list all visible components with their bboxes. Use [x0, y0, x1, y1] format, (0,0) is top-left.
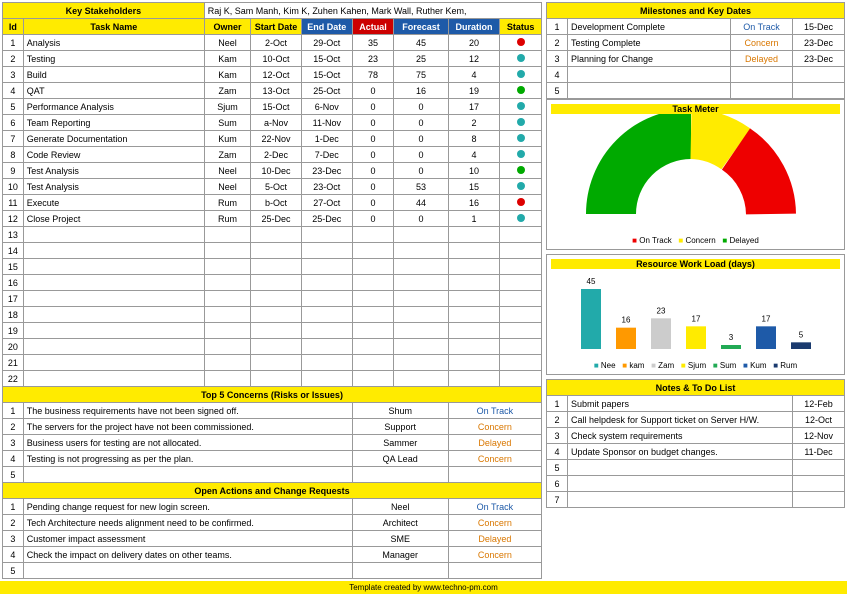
task-row[interactable]: 17: [3, 291, 542, 307]
col-start: Start Date: [251, 19, 302, 35]
svg-text:45: 45: [587, 277, 596, 286]
workload-chart: 45 16 23 17 3 17 5: [551, 269, 831, 359]
task-row[interactable]: 15: [3, 259, 542, 275]
status-dot: [517, 118, 525, 126]
task-row[interactable]: 6Team ReportingSuma-Nov11-Nov002: [3, 115, 542, 131]
task-row[interactable]: 1AnalysisNeel2-Oct29-Oct354520: [3, 35, 542, 51]
task-row[interactable]: 11ExecuteRumb-Oct27-Oct04416: [3, 195, 542, 211]
status-dot: [517, 182, 525, 190]
status-dot: [517, 102, 525, 110]
concern-row[interactable]: 4Testing is not progressing as per the p…: [3, 451, 542, 467]
concern-row[interactable]: 3Business users for testing are not allo…: [3, 435, 542, 451]
svg-text:23: 23: [657, 306, 666, 315]
note-row[interactable]: 3Check system requirements12-Nov: [547, 428, 845, 444]
actions-title: Open Actions and Change Requests: [3, 483, 542, 499]
col-end: End Date: [301, 19, 352, 35]
action-row[interactable]: 3Customer impact assessmentSMEDelayed: [3, 531, 542, 547]
task-row[interactable]: 20: [3, 339, 542, 355]
gauge-chart: [551, 114, 831, 234]
milestone-row[interactable]: 1Development CompleteOn Track15-Dec: [547, 19, 845, 35]
concern-row[interactable]: 2The servers for the project have not be…: [3, 419, 542, 435]
col-forecast: Forecast: [394, 19, 448, 35]
task-meter-title: Task Meter: [551, 104, 840, 114]
status-dot: [517, 70, 525, 78]
col-actual: Actual: [352, 19, 394, 35]
col-duration: Duration: [448, 19, 500, 35]
note-row[interactable]: 5: [547, 460, 845, 476]
milestone-row[interactable]: 4: [547, 67, 845, 83]
concerns-title: Top 5 Concerns (Risks or Issues): [3, 387, 542, 403]
task-row[interactable]: 19: [3, 323, 542, 339]
status-dot: [517, 150, 525, 158]
task-row[interactable]: 16: [3, 275, 542, 291]
milestone-row[interactable]: 2Testing CompleteConcern23-Dec: [547, 35, 845, 51]
task-row[interactable]: 7Generate DocumentationKum22-Nov1-Dec008: [3, 131, 542, 147]
task-row[interactable]: 10Test AnalysisNeel5-Oct23-Oct05315: [3, 179, 542, 195]
task-row[interactable]: 8Code ReviewZam2-Dec7-Dec004: [3, 147, 542, 163]
action-row[interactable]: 5: [3, 563, 542, 579]
svg-text:17: 17: [762, 314, 771, 323]
note-row[interactable]: 6: [547, 476, 845, 492]
status-dot: [517, 38, 525, 46]
action-row[interactable]: 2Tech Architecture needs alignment need …: [3, 515, 542, 531]
status-dot: [517, 54, 525, 62]
col-owner: Owner: [204, 19, 250, 35]
milestones-title: Milestones and Key Dates: [547, 3, 845, 19]
concern-row[interactable]: 5: [3, 467, 542, 483]
stakeholders-label: Key Stakeholders: [3, 3, 205, 19]
task-row[interactable]: 22: [3, 371, 542, 387]
task-row[interactable]: 5Performance AnalysisSjum15-Oct6-Nov0017: [3, 99, 542, 115]
status-dot: [517, 134, 525, 142]
svg-text:3: 3: [729, 333, 734, 342]
status-dot: [517, 214, 525, 222]
task-row[interactable]: 4QATZam13-Oct25-Oct01619: [3, 83, 542, 99]
concern-row[interactable]: 1The business requirements have not been…: [3, 403, 542, 419]
task-row[interactable]: 3BuildKam12-Oct15-Oct78754: [3, 67, 542, 83]
task-row[interactable]: 2TestingKam10-Oct15-Oct232512: [3, 51, 542, 67]
task-row[interactable]: 21: [3, 355, 542, 371]
footer: Template created by www.techno-pm.com: [0, 581, 847, 594]
col-id: Id: [3, 19, 24, 35]
note-row[interactable]: 1Submit papers12-Feb: [547, 396, 845, 412]
svg-text:5: 5: [799, 330, 804, 339]
note-row[interactable]: 7: [547, 492, 845, 508]
task-row[interactable]: 14: [3, 243, 542, 259]
status-dot: [517, 198, 525, 206]
col-status: Status: [500, 19, 542, 35]
task-row[interactable]: 18: [3, 307, 542, 323]
note-row[interactable]: 4Update Sponsor on budget changes.11-Dec: [547, 444, 845, 460]
svg-text:17: 17: [692, 314, 701, 323]
status-dot: [517, 166, 525, 174]
col-name: Task Name: [23, 19, 204, 35]
task-row[interactable]: 12Close ProjectRum25-Dec25-Dec001: [3, 211, 542, 227]
note-row[interactable]: 2Call helpdesk for Support ticket on Ser…: [547, 412, 845, 428]
action-row[interactable]: 1Pending change request for new login sc…: [3, 499, 542, 515]
milestone-row[interactable]: 5: [547, 83, 845, 99]
workload-title: Resource Work Load (days): [551, 259, 840, 269]
notes-title: Notes & To Do List: [547, 380, 845, 396]
svg-text:16: 16: [622, 316, 631, 325]
status-dot: [517, 86, 525, 94]
action-row[interactable]: 4Check the impact on delivery dates on o…: [3, 547, 542, 563]
task-row[interactable]: 9Test AnalysisNeel10-Dec23-Dec0010: [3, 163, 542, 179]
task-row[interactable]: 13: [3, 227, 542, 243]
stakeholders: Raj K, Sam Manh, Kim K, Zuhen Kahen, Mar…: [204, 3, 541, 19]
milestone-row[interactable]: 3Planning for ChangeDelayed23-Dec: [547, 51, 845, 67]
